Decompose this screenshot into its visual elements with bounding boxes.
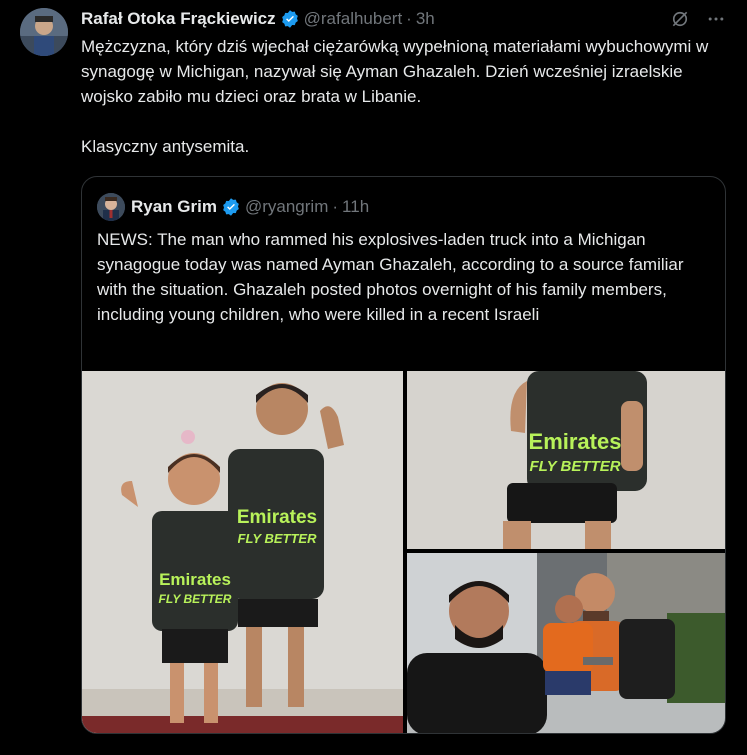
jersey-text-line2: FLY BETTER [238, 531, 318, 546]
jersey-text-line1: Emirates [529, 429, 622, 454]
photo-children-thumbs-up[interactable]: Emirates FLY BETTER Emirates FLY BETTER [82, 371, 403, 733]
tweet-paragraph: Mężczyzna, który dziś wjechał ciężarówką… [81, 37, 709, 106]
author-handle[interactable]: @rafalhubert [304, 9, 403, 29]
tweet-paragraph: Klasyczny antysemita. [81, 137, 250, 156]
quoted-text: NEWS: The man who rammed his explosives-… [97, 230, 684, 324]
tweet-header: Rafał Otoka Frąckiewicz @rafalhubert · 3… [81, 8, 435, 30]
quoted-header: Ryan Grim @ryangrim · 11h [97, 193, 369, 221]
jersey-text-line1: Emirates [159, 570, 231, 589]
author-avatar[interactable] [20, 8, 68, 56]
photo-child-jersey[interactable]: Emirates FLY BETTER [407, 371, 725, 549]
quoted-time[interactable]: 11h [342, 197, 369, 217]
author-name[interactable]: Rafał Otoka Frąckiewicz [81, 9, 276, 29]
quoted-tweet[interactable]: Ryan Grim @ryangrim · 11h NEWS: The man … [81, 176, 726, 734]
tweet-time[interactable]: 3h [416, 9, 435, 29]
tweet-actions-top [669, 8, 727, 30]
jersey-text-line2: FLY BETTER [529, 458, 620, 475]
separator-dot: · [406, 9, 412, 28]
verified-badge-icon [280, 9, 300, 29]
photo-family-selfie[interactable] [407, 553, 725, 733]
more-icon[interactable] [705, 8, 727, 30]
quoted-author-name[interactable]: Ryan Grim [131, 197, 217, 217]
jersey-text-line1: Emirates [237, 507, 317, 528]
separator-dot: · [332, 197, 339, 216]
tweet-text: Mężczyzna, który dziś wjechał ciężarówką… [81, 34, 731, 159]
jersey-text-line2: FLY BETTER [159, 592, 232, 606]
quoted-author-handle[interactable]: @ryangrim [245, 197, 328, 217]
grok-icon[interactable] [669, 8, 691, 30]
media-grid: Emirates FLY BETTER Emirates FLY BETTER [82, 371, 725, 733]
quoted-avatar[interactable] [97, 193, 125, 221]
tweet[interactable]: Rafał Otoka Frąckiewicz @rafalhubert · 3… [0, 0, 747, 755]
verified-badge-icon [221, 197, 241, 217]
